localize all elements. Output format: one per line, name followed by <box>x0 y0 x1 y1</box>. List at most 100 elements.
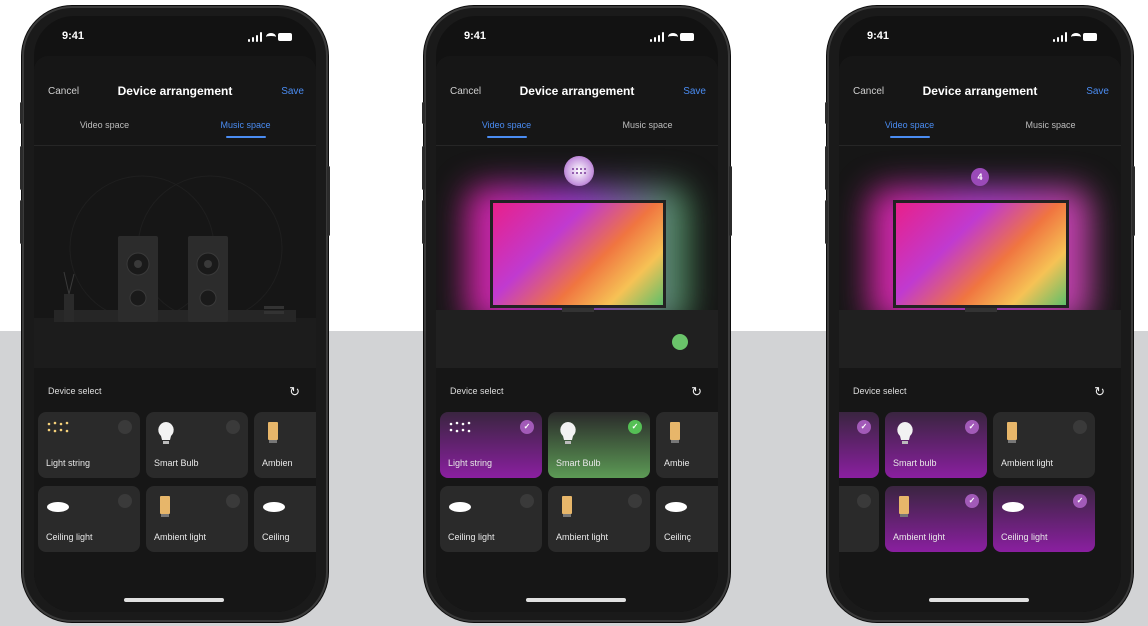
nav-bar: Cancel Device arrangement Save <box>34 84 316 102</box>
signal-icon <box>248 32 262 42</box>
device-select-title: Device select <box>48 386 102 396</box>
ceiling-light-icon <box>263 502 285 512</box>
device-tile[interactable]: Ambient light <box>993 412 1095 478</box>
device-label: Smart bulb <box>893 458 937 468</box>
status-time: 9:41 <box>867 30 890 42</box>
status-bar: 9:41 <box>867 30 1097 46</box>
video-stage <box>436 148 718 368</box>
refresh-icon[interactable]: ↻ <box>289 384 300 400</box>
wifi-icon <box>668 33 678 41</box>
checkmark-icon[interactable]: ✓ <box>965 494 979 508</box>
device-label: Ambient light <box>556 532 609 542</box>
device-tile[interactable]: Ceiling light <box>440 486 542 552</box>
home-indicator[interactable] <box>929 598 1029 602</box>
checkmark-icon[interactable]: ✓ <box>857 420 871 434</box>
bulb-icon <box>158 422 174 444</box>
device-tile[interactable]: Ambient light <box>146 486 248 552</box>
device-tile[interactable] <box>839 486 879 552</box>
nav-bar: Cancel Device arrangement Save <box>436 84 718 102</box>
select-checkbox[interactable] <box>628 494 642 508</box>
save-button[interactable]: Save <box>1086 86 1109 97</box>
light-string-icon <box>47 421 69 433</box>
device-tile[interactable]: Ceiling light <box>38 486 140 552</box>
device-label: Smart Bulb <box>154 458 199 468</box>
select-checkbox[interactable] <box>857 494 871 508</box>
select-checkbox[interactable] <box>226 420 240 434</box>
tab-music-space[interactable]: Music space <box>577 120 718 130</box>
smart-bulb-marker[interactable] <box>672 334 688 350</box>
ceiling-light-icon <box>1002 502 1024 512</box>
status-time: 9:41 <box>62 30 85 42</box>
status-bar: 9:41 <box>62 30 292 46</box>
device-tile-selected[interactable]: ✓ <box>839 412 879 478</box>
device-select-title: Device select <box>853 386 907 396</box>
arrangement-sheet: Cancel Device arrangement Save Video spa… <box>34 56 316 612</box>
tab-music-space[interactable]: Music space <box>980 120 1121 130</box>
speaker-left <box>118 236 158 322</box>
refresh-icon[interactable]: ↻ <box>691 384 702 400</box>
tab-music-space[interactable]: Music space <box>175 120 316 138</box>
device-tile-selected[interactable]: ✓ Light string <box>440 412 542 478</box>
select-checkbox[interactable] <box>118 494 132 508</box>
arrangement-sheet: Cancel Device arrangement Save Video spa… <box>839 56 1121 612</box>
wifi-icon <box>1071 33 1081 41</box>
device-tile-selected[interactable]: ✓ Smart Bulb <box>548 412 650 478</box>
device-label: Light string <box>46 458 91 468</box>
ambient-light-icon <box>1007 422 1017 443</box>
space-tabs: Video space Music space <box>436 118 718 146</box>
device-tile[interactable]: Ambie <box>656 412 718 478</box>
tab-video-space[interactable]: Video space <box>436 120 577 138</box>
home-indicator[interactable] <box>124 598 224 602</box>
tab-underline <box>486 136 527 138</box>
device-tile-selected[interactable]: ✓ Smart bulb <box>885 412 987 478</box>
save-button[interactable]: Save <box>683 86 706 97</box>
device-label: Ambient light <box>154 532 207 542</box>
device-count-badge[interactable]: 4 <box>971 168 989 186</box>
device-select-title: Device select <box>450 386 504 396</box>
tab-underline <box>889 136 930 138</box>
device-tile[interactable]: Ceiling <box>254 486 316 552</box>
phone-screen: 9:41 Cancel Device arrangement Save Vide… <box>436 16 718 612</box>
tab-video-space[interactable]: Video space <box>839 120 980 138</box>
status-time: 9:41 <box>464 30 487 42</box>
refresh-icon[interactable]: ↻ <box>1094 384 1105 400</box>
signal-icon <box>650 32 664 42</box>
select-checkbox[interactable] <box>1073 420 1087 434</box>
checkmark-icon[interactable]: ✓ <box>628 420 642 434</box>
tab-video-space[interactable]: Video space <box>34 120 175 130</box>
select-checkbox[interactable] <box>118 420 132 434</box>
nav-bar: Cancel Device arrangement Save <box>839 84 1121 102</box>
music-stage <box>34 148 316 368</box>
checkmark-icon[interactable]: ✓ <box>965 420 979 434</box>
device-tile[interactable]: Ambien <box>254 412 316 478</box>
checkmark-icon[interactable]: ✓ <box>1073 494 1087 508</box>
select-checkbox[interactable] <box>226 494 240 508</box>
video-stage: 4 <box>839 148 1121 368</box>
signal-icon <box>1053 32 1067 42</box>
device-tile-selected[interactable]: ✓ Ceiling light <box>993 486 1095 552</box>
phone-screen: 9:41 Cancel Device arrangement Save Vide… <box>34 16 316 612</box>
save-button[interactable]: Save <box>281 86 304 97</box>
device-tile[interactable]: Ceilinç <box>656 486 718 552</box>
device-label: Ceilinç <box>664 532 692 542</box>
ambient-light-icon <box>160 496 170 517</box>
page-title: Device arrangement <box>922 84 1038 98</box>
tv-screen <box>893 200 1069 308</box>
phone-music-space: 9:41 Cancel Device arrangement Save Vide… <box>20 6 330 622</box>
device-label: Smart Bulb <box>556 458 601 468</box>
speaker-scene <box>34 175 316 368</box>
space-tabs: Video space Music space <box>839 118 1121 146</box>
space-tabs: Video space Music space <box>34 118 316 146</box>
page-title: Device arrangement <box>519 84 635 98</box>
ceiling-light-icon <box>665 502 687 512</box>
device-tile[interactable]: Light string <box>38 412 140 478</box>
ceiling-light-icon <box>47 502 69 512</box>
light-string-marker[interactable] <box>564 156 594 186</box>
device-tile[interactable]: Ambient light <box>548 486 650 552</box>
device-tile-selected[interactable]: ✓ Ambient light <box>885 486 987 552</box>
device-tile[interactable]: Smart Bulb <box>146 412 248 478</box>
checkmark-icon[interactable]: ✓ <box>520 420 534 434</box>
arrangement-sheet: Cancel Device arrangement Save Video spa… <box>436 56 718 612</box>
home-indicator[interactable] <box>526 598 626 602</box>
select-checkbox[interactable] <box>520 494 534 508</box>
